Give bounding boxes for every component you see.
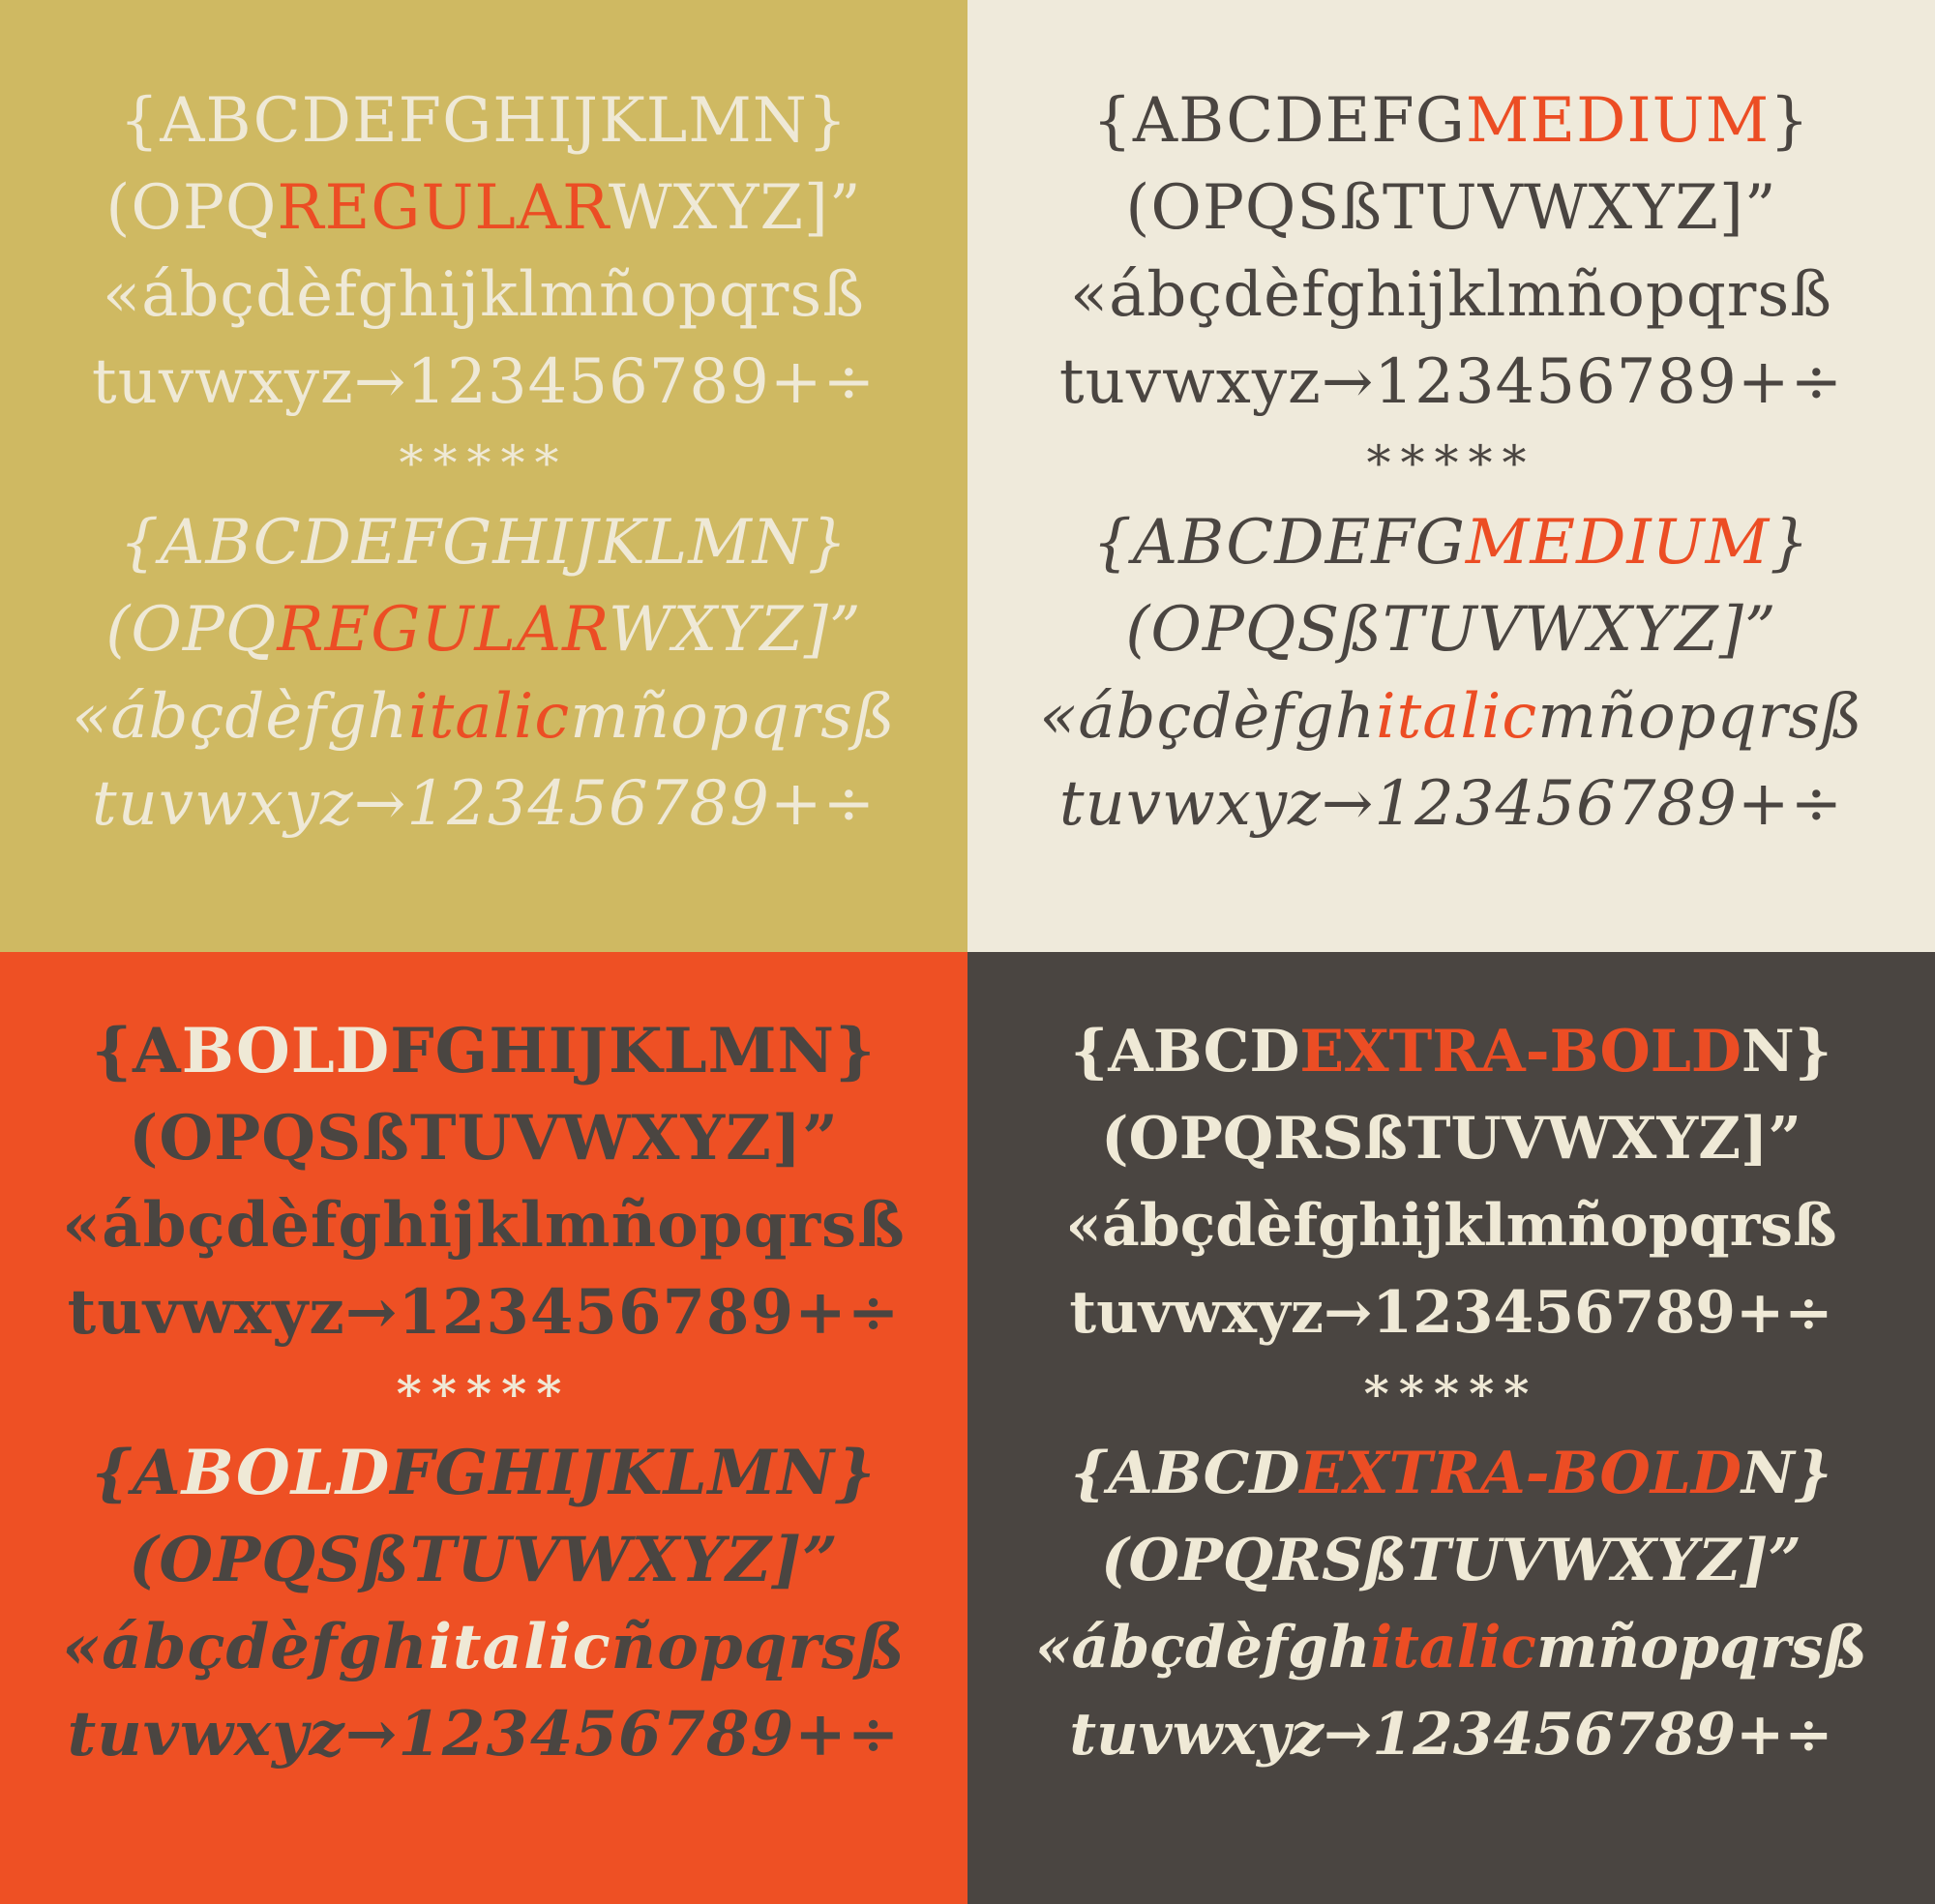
extrabold-italic-line-1-start: {ABCD [1070, 1440, 1300, 1507]
medium-italic-line-4: tuvwxyz→123456789+÷ [1058, 768, 1844, 840]
medium-italic-line-1-start: {ABCDEFG [1092, 507, 1466, 579]
extrabold-roman-line-1: {ABCDEXTRA-BOLDN} [1071, 1008, 1832, 1095]
bold-italic-label: italic [428, 1611, 611, 1683]
bold-italic-line-1-start: {A [91, 1437, 182, 1509]
medium-star-divider: ***** [1366, 435, 1536, 491]
extrabold-italic-line-3-start: «ábçdèfgh [1035, 1614, 1371, 1681]
medium-italic-line-3-start: «ábçdèfgh [1039, 681, 1377, 753]
medium-italic-line-3: «ábçdèfghitalicmñopqrsß [1039, 673, 1863, 760]
bold-star-divider: ***** [396, 1365, 572, 1422]
regular-italic-line-3-end: mñopqrsß [570, 681, 896, 753]
bold-panel: {ABOLDFGHIJKLMN} (OPQSßTUVWXYZ]” «ábçdèf… [0, 952, 968, 1904]
regular-roman-line-2-end: WXYZ]” [608, 172, 862, 244]
specimen-grid: {ABCDEFGHIJKLMN} (OPQREGULARWXYZ]” «ábçd… [0, 0, 1935, 1904]
extrabold-roman-line-4: tuvwxyz→123456789+÷ [1069, 1279, 1833, 1347]
regular-panel: {ABCDEFGHIJKLMN} (OPQREGULARWXYZ]” «ábçd… [0, 0, 968, 952]
bold-italic-line-3-end: ñopqrsß [610, 1611, 906, 1683]
medium-italic-line-2: (OPQSßTUVWXYZ]” [1125, 594, 1777, 666]
extrabold-italic-line-1-end: N} [1741, 1440, 1832, 1507]
bold-italic-line-1: {ABOLDFGHIJKLMN} [92, 1430, 876, 1517]
bold-italic-line-3: «ábçdèfghitalicñopqrsß [62, 1604, 906, 1691]
regular-italic-line-2: (OPQREGULARWXYZ]” [105, 586, 861, 673]
medium-roman-line-1-start: {ABCDEFG [1092, 85, 1466, 157]
bold-roman-line-4: tuvwxyz→123456789+÷ [67, 1276, 901, 1349]
bold-italic-block: {ABOLDFGHIJKLMN} (OPQSßTUVWXYZ]” «ábçdèf… [62, 1430, 906, 1778]
medium-roman-block: {ABCDEFGMEDIUM} (OPQSßTUVWXYZ]” «ábçdèfg… [1059, 77, 1843, 426]
extrabold-italic-line-3: «ábçdèfghitalicmñopqrsß [1035, 1604, 1867, 1691]
bold-roman-block: {ABOLDFGHIJKLMN} (OPQSßTUVWXYZ]” «ábçdèf… [62, 1008, 905, 1356]
medium-weight-label: MEDIUM [1465, 85, 1771, 157]
extrabold-roman-line-1-start: {ABCD [1070, 1018, 1300, 1086]
bold-roman-line-1: {ABOLDFGHIJKLMN} [92, 1008, 876, 1095]
regular-italic-line-3-start: «ábçdèfgh [72, 681, 409, 753]
regular-roman-line-4: tuvwxyz→123456789+÷ [91, 346, 877, 418]
medium-roman-line-4: tuvwxyz→123456789+÷ [1058, 346, 1844, 418]
extrabold-panel: {ABCDEXTRA-BOLDN} (OPQRSßTUVWXYZ]” «ábçd… [968, 952, 1935, 1904]
extrabold-roman-line-3: «ábçdèfghijklmñopqrsß [1065, 1192, 1837, 1260]
extrabold-italic-line-3-end: mñopqrsß [1535, 1614, 1867, 1681]
extrabold-italic-label: italic [1370, 1614, 1536, 1681]
regular-roman-line-1: {ABCDEFGHIJKLMN} [119, 85, 848, 157]
bold-italic-weight-label: BOLD [181, 1437, 391, 1509]
regular-italic-line-3: «ábçdèfghitalicmñopqrsß [72, 673, 896, 760]
extrabold-roman-line-2: (OPQRSßTUVWXYZ]” [1101, 1105, 1801, 1173]
regular-weight-label: REGULAR [277, 172, 609, 244]
extrabold-italic-line-4: tuvwxyz→123456789+÷ [1069, 1701, 1833, 1769]
extrabold-italic-weight-label: EXTRA-BOLD [1299, 1440, 1742, 1507]
regular-roman-line-2-start: (OPQ [105, 172, 278, 244]
regular-roman-line-3: «ábçdèfghijklmñopqrsß [103, 259, 865, 331]
bold-roman-line-3: «ábçdèfghijklmñopqrsß [62, 1189, 906, 1262]
extrabold-star-divider: ***** [1363, 1365, 1539, 1422]
extrabold-italic-block: {ABCDEXTRA-BOLDN} (OPQRSßTUVWXYZ]” «ábçd… [1035, 1430, 1867, 1778]
bold-italic-line-2: (OPQSßTUVWXYZ]” [129, 1524, 839, 1596]
regular-star-divider: ***** [399, 435, 569, 491]
regular-italic-line-2-end: WXYZ]” [608, 594, 862, 666]
bold-roman-line-1-end: FGHIJKLMN} [390, 1015, 877, 1087]
medium-italic-line-1: {ABCDEFGMEDIUM} [1092, 499, 1810, 586]
extrabold-roman-block: {ABCDEXTRA-BOLDN} (OPQRSßTUVWXYZ]” «ábçd… [1065, 1008, 1836, 1356]
extrabold-italic-line-1: {ABCDEXTRA-BOLDN} [1071, 1430, 1832, 1517]
medium-roman-line-1-end: } [1770, 85, 1810, 157]
medium-italic-line-1-end: } [1770, 507, 1810, 579]
regular-italic-weight-label: REGULAR [277, 594, 609, 666]
bold-roman-line-1-start: {A [91, 1015, 182, 1087]
bold-roman-line-2: (OPQSßTUVWXYZ]” [129, 1102, 839, 1175]
medium-italic-block: {ABCDEFGMEDIUM} (OPQSßTUVWXYZ]” «ábçdèfg… [1039, 499, 1863, 848]
medium-roman-line-2: (OPQSßTUVWXYZ]” [1125, 172, 1777, 244]
bold-weight-label: BOLD [181, 1015, 391, 1087]
medium-italic-weight-label: MEDIUM [1465, 507, 1771, 579]
medium-roman-line-1: {ABCDEFGMEDIUM} [1092, 77, 1810, 164]
regular-italic-block: {ABCDEFGHIJKLMN} (OPQREGULARWXYZ]” «ábçd… [72, 499, 896, 848]
bold-italic-line-4: tuvwxyz→123456789+÷ [67, 1698, 901, 1770]
bold-italic-line-3-start: «ábçdèfgh [62, 1611, 429, 1683]
regular-roman-line-2: (OPQREGULARWXYZ]” [105, 164, 861, 252]
bold-italic-line-1-end: FGHIJKLMN} [390, 1437, 877, 1509]
regular-italic-line-2-start: (OPQ [105, 594, 278, 666]
medium-italic-label: italic [1376, 681, 1538, 753]
medium-panel: {ABCDEFGMEDIUM} (OPQSßTUVWXYZ]” «ábçdèfg… [968, 0, 1935, 952]
extrabold-weight-label: EXTRA-BOLD [1299, 1018, 1742, 1086]
medium-roman-line-3: «ábçdèfghijklmñopqrsß [1070, 259, 1832, 331]
regular-italic-line-4: tuvwxyz→123456789+÷ [91, 768, 877, 840]
extrabold-roman-line-1-end: N} [1741, 1018, 1832, 1086]
regular-italic-line-1: {ABCDEFGHIJKLMN} [119, 507, 848, 579]
regular-roman-block: {ABCDEFGHIJKLMN} (OPQREGULARWXYZ]” «ábçd… [92, 77, 876, 426]
extrabold-italic-line-2: (OPQRSßTUVWXYZ]” [1101, 1527, 1801, 1594]
medium-italic-line-3-end: mñopqrsß [1537, 681, 1863, 753]
regular-italic-label: italic [408, 681, 571, 753]
